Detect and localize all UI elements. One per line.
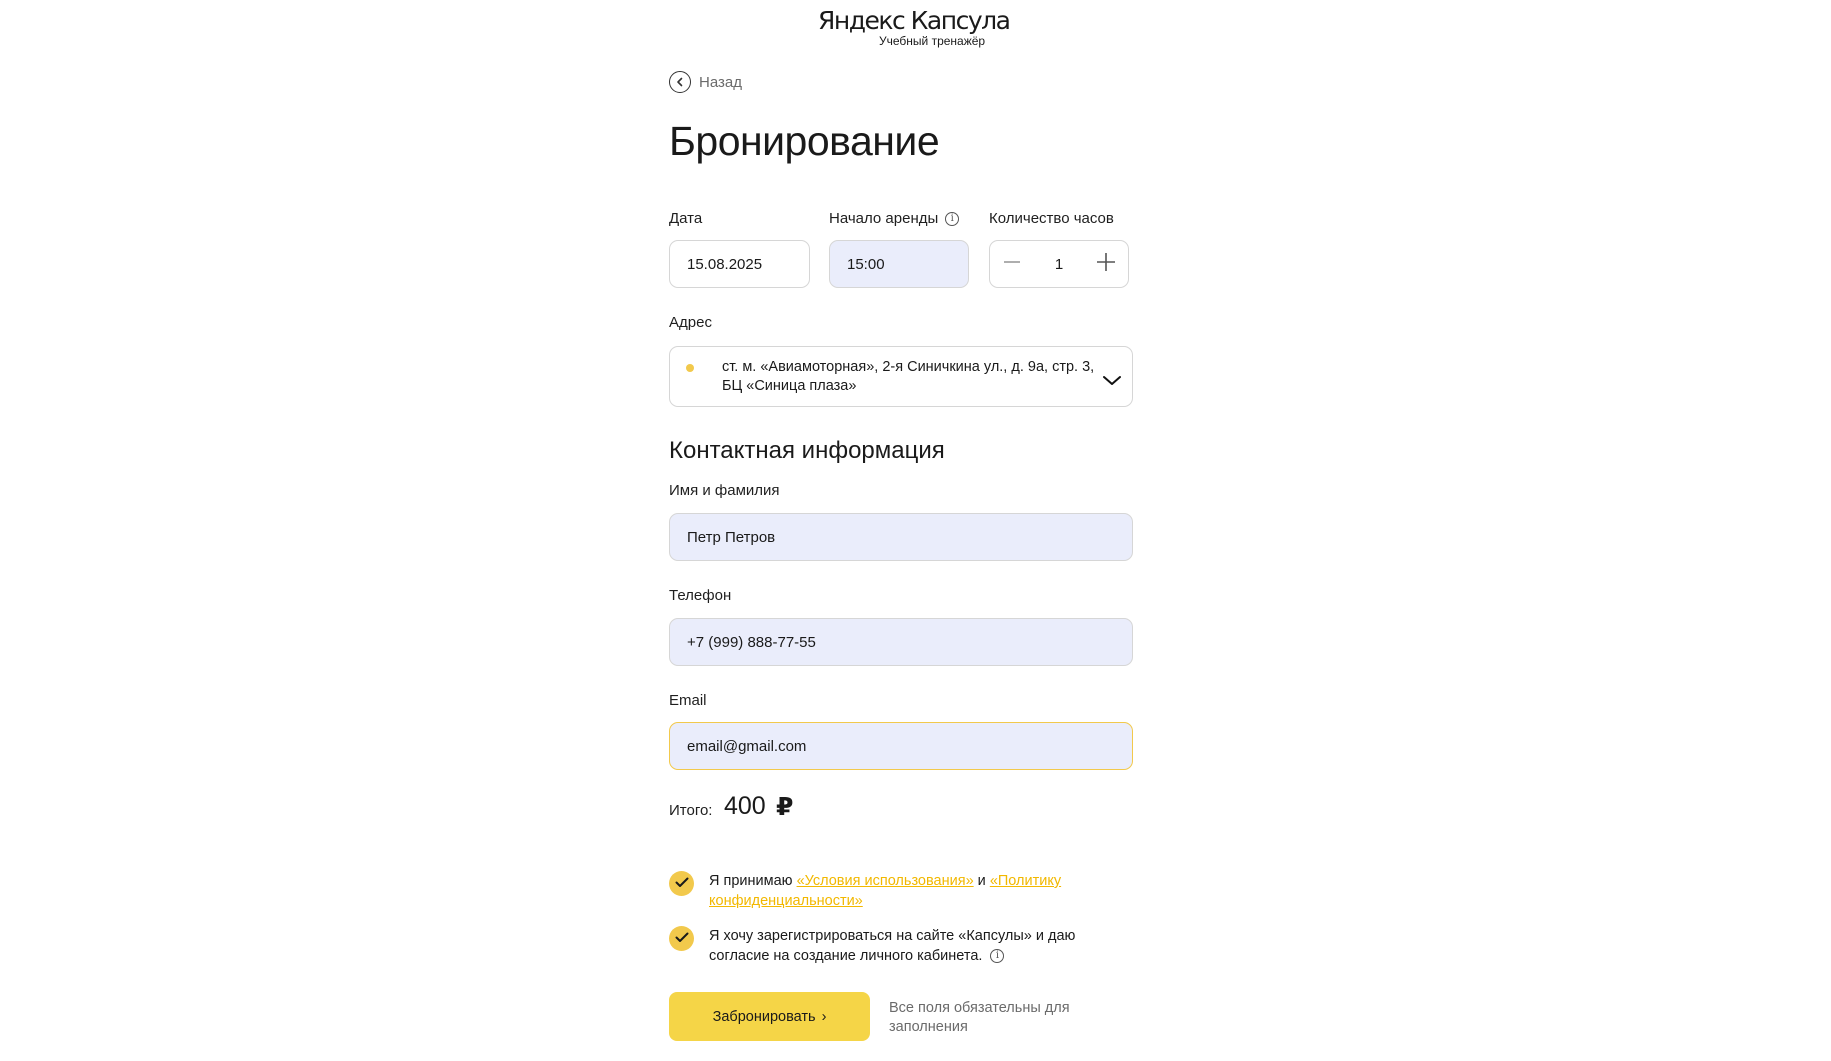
total-label: Итого: [669,802,713,819]
address-value: ст. м. «Авиамоторная», 2-я Синичкина ул.… [722,359,1095,394]
register-text: Я хочу зарегистрироваться на сайте «Капс… [709,926,1139,966]
phone-label: Телефон [669,587,732,604]
register-checkbox[interactable] [669,926,694,951]
terms-checkbox[interactable] [669,871,694,896]
logo-brand: Яндекс Капсула [818,6,1011,35]
info-icon[interactable]: i [990,949,1005,964]
chevron-down-icon [1102,374,1122,392]
booking-page: Яндекс Капсула Учебный тренажёр Назад Бр… [0,0,1831,1061]
phone-value: +7 (999) 888-77-55 [687,633,816,651]
minus-icon [1003,253,1021,276]
logo-subtitle: Учебный тренажёр [879,34,986,48]
required-note: Все поля обязательны для заполнения [889,1000,1070,1035]
back-label: Назад [699,73,742,91]
book-button[interactable]: Забронировать › [669,992,870,1041]
total-value: 400 [724,792,766,820]
email-label: Email [669,692,707,709]
chevron-left-icon [669,71,691,93]
phone-field[interactable]: +7 (999) 888-77-55 [669,618,1133,666]
hours-value: 1 [1054,255,1064,273]
start-time-label-text: Начало аренды [829,210,939,227]
address-label: Адрес [669,314,712,331]
info-icon[interactable]: i [945,211,960,226]
chevron-right-icon: › [821,1008,827,1025]
terms-and: и [973,873,990,889]
terms-prefix: Я принимаю [709,873,797,889]
decrement-button[interactable] [990,241,1034,287]
hours-stepper: 1 [989,240,1129,288]
start-time-field[interactable]: 15:00 [829,240,969,288]
date-label: Дата [669,210,703,227]
date-field[interactable]: 15.08.2025 [669,240,810,288]
plus-icon [1096,252,1116,277]
start-time-label: Начало аренды i [829,210,960,227]
back-button[interactable]: Назад [669,71,742,93]
terms-text: Я принимаю «Условия использования» и «По… [709,871,1089,911]
name-label: Имя и фамилия [669,482,780,499]
name-field[interactable]: Петр Петров [669,513,1133,561]
email-value: email@gmail.com [687,737,807,755]
address-select[interactable]: ст. м. «Авиамоторная», 2-я Синичкина ул.… [669,346,1133,407]
increment-button[interactable] [1084,241,1128,287]
name-value: Петр Петров [687,528,776,546]
hours-label: Количество часов [989,210,1114,227]
register-label: Я хочу зарегистрироваться на сайте «Капс… [709,928,1076,964]
contact-section-title: Контактная информация [669,437,945,464]
date-value: 15.08.2025 [687,255,763,273]
checkmark-icon [675,930,689,948]
start-time-value: 15:00 [847,255,885,273]
terms-link[interactable]: «Условия использования» [797,873,974,889]
email-field[interactable]: email@gmail.com [669,722,1133,770]
checkmark-icon [675,875,689,893]
currency-sign: ₽ [776,793,794,821]
book-button-label: Забронировать [712,1008,816,1025]
logo[interactable]: Яндекс Капсула Учебный тренажёр [818,6,1011,48]
location-dot-icon [686,364,694,372]
page-title: Бронирование [669,118,940,164]
